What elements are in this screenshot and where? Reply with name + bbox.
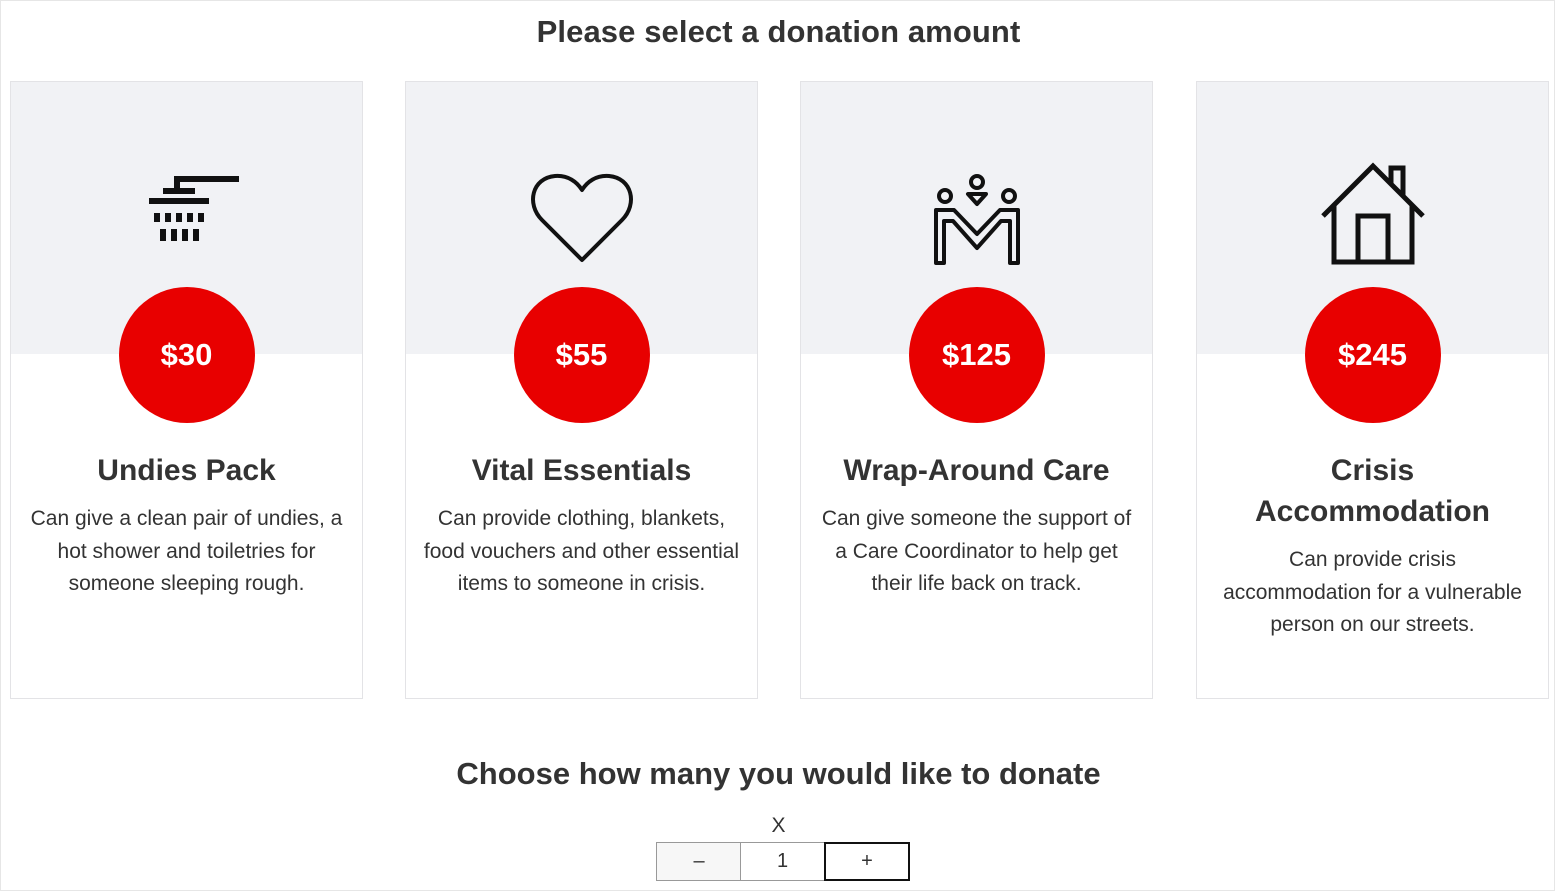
increment-button[interactable]: + <box>824 842 910 881</box>
quantity-heading: Choose how many you would like to donate <box>456 756 1101 791</box>
people-support-icon <box>917 158 1037 268</box>
card-title: Crisis Accommodation <box>1254 454 1491 528</box>
decrement-button[interactable]: – <box>656 842 741 881</box>
donation-card-wrap-around-care[interactable]: $125 Wrap-Around Care Can give someone t… <box>800 81 1153 699</box>
donation-card-crisis-accommodation[interactable]: $245 Crisis Accommodation Can provide cr… <box>1196 81 1549 699</box>
card-title: Vital Essentials <box>471 454 692 487</box>
price-badge: $30 <box>118 287 255 423</box>
donation-card-undies-pack[interactable]: $30 Undies Pack Can give a clean pair of… <box>10 81 363 699</box>
house-icon <box>1313 158 1433 268</box>
quantity-stepper: – 1 + <box>656 842 910 881</box>
donation-card-vital-essentials[interactable]: $55 Vital Essentials Can provide clothin… <box>405 81 758 699</box>
price-badge: $55 <box>513 287 650 423</box>
card-description: Can provide clothing, blankets, food vou… <box>423 507 740 595</box>
quantity-input[interactable]: 1 <box>740 842 825 881</box>
card-description: Can give someone the support of a Care C… <box>821 507 1132 595</box>
price-badge: $245 <box>1304 287 1441 423</box>
shower-icon <box>127 158 247 268</box>
page-title: Please select a donation amount <box>536 14 1021 49</box>
donation-options: $30 Undies Pack Can give a clean pair of… <box>10 81 1551 701</box>
card-title: Undies Pack <box>97 454 276 487</box>
card-description: Can provide crisis accommodation for a v… <box>1223 548 1522 636</box>
card-description: Can give a clean pair of undies, a hot s… <box>30 507 343 595</box>
quantity-multiplier-label: X <box>771 814 786 837</box>
card-title: Wrap-Around Care <box>843 454 1110 487</box>
price-badge: $125 <box>908 287 1045 423</box>
heart-icon <box>522 158 642 268</box>
